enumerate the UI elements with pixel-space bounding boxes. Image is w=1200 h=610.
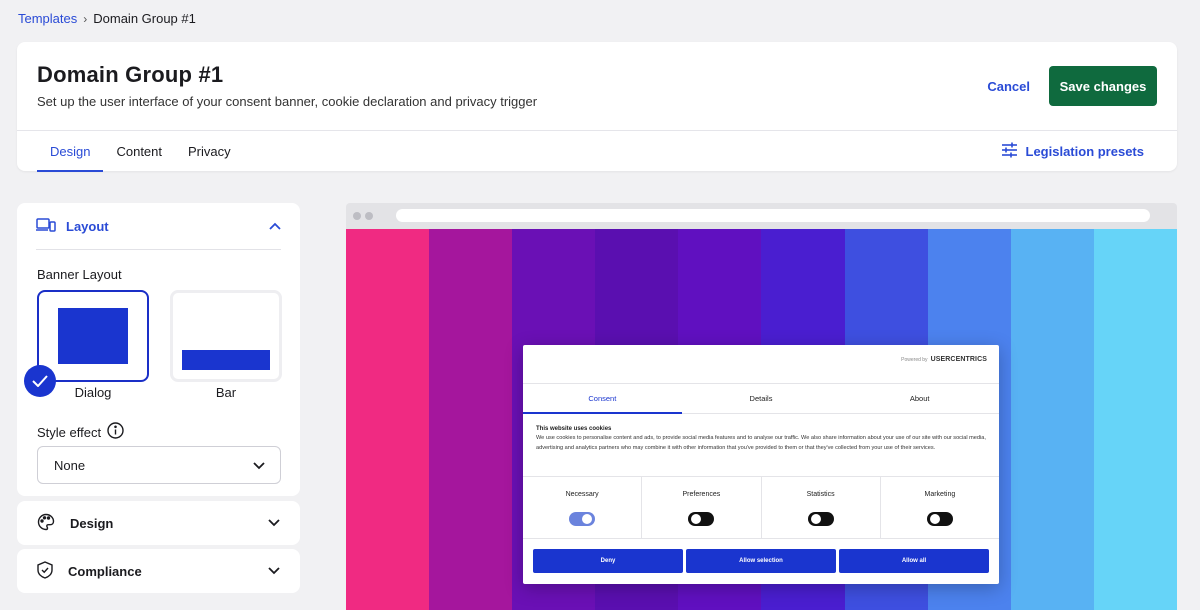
devices-icon bbox=[36, 217, 56, 236]
palette-icon bbox=[37, 513, 55, 534]
category-label: Necessary bbox=[565, 491, 599, 498]
browser-dot bbox=[353, 212, 361, 220]
banner-allow-all-button: Allow all bbox=[839, 549, 989, 573]
layout-panel-title: Layout bbox=[66, 218, 109, 234]
category-toggle bbox=[569, 512, 596, 526]
layout-panel-header[interactable]: Layout bbox=[36, 203, 281, 250]
background-stripe bbox=[346, 229, 430, 610]
category-toggle bbox=[807, 512, 834, 526]
category-preferences: Preferences bbox=[642, 477, 762, 538]
tab-content[interactable]: Content bbox=[103, 131, 175, 171]
dialog-preview-swatch bbox=[58, 308, 128, 364]
banner-categories: Necessary Preferences Statistics Marketi… bbox=[523, 476, 999, 539]
cancel-button[interactable]: Cancel bbox=[987, 79, 1030, 94]
background-stripe bbox=[1010, 229, 1094, 610]
chevron-down-icon bbox=[268, 514, 280, 532]
save-changes-button[interactable]: Save changes bbox=[1049, 66, 1157, 106]
banner-text: This website uses cookies We use cookies… bbox=[536, 426, 987, 453]
breadcrumb-templates-link[interactable]: Templates bbox=[18, 11, 77, 26]
page-subtitle: Set up the user interface of your consen… bbox=[37, 94, 538, 109]
info-icon[interactable] bbox=[107, 422, 124, 442]
powered-by-label: Powered by bbox=[901, 356, 928, 363]
banner-layout-label: Banner Layout bbox=[37, 267, 122, 282]
background-stripe bbox=[429, 229, 513, 610]
breadcrumb-current: Domain Group #1 bbox=[93, 11, 196, 26]
category-toggle bbox=[688, 512, 715, 526]
category-label: Marketing bbox=[924, 491, 956, 498]
compliance-panel[interactable]: Compliance bbox=[17, 549, 300, 593]
banner-text-title: This website uses cookies bbox=[536, 426, 612, 432]
page-title: Domain Group #1 bbox=[37, 62, 224, 87]
banner-preview: Powered by USERCENTRICS Consent Details … bbox=[346, 203, 1177, 610]
layout-option-bar[interactable] bbox=[170, 290, 282, 382]
layout-option-bar-label: Bar bbox=[215, 385, 237, 400]
design-panel-title: Design bbox=[70, 515, 114, 531]
category-label: Statistics bbox=[806, 491, 835, 498]
category-label: Preferences bbox=[682, 491, 721, 498]
usercentrics-logo: USERCENTRICS bbox=[930, 356, 987, 363]
tab-design[interactable]: Design bbox=[37, 131, 104, 172]
tab-bar: Design Content Privacy bbox=[37, 131, 244, 172]
legislation-presets-button[interactable]: Legislation presets bbox=[1001, 142, 1144, 161]
design-panel[interactable]: Design bbox=[17, 501, 300, 545]
style-effect-select[interactable]: None bbox=[37, 446, 281, 484]
shield-check-icon bbox=[37, 560, 53, 582]
background-stripe bbox=[1093, 229, 1177, 610]
layout-option-dialog[interactable] bbox=[37, 290, 149, 382]
browser-dot bbox=[365, 212, 373, 220]
style-effect-label: Style effect bbox=[37, 424, 102, 440]
banner-allow-selection-button: Allow selection bbox=[686, 549, 836, 573]
banner-text-body: We use cookies to personalise content an… bbox=[536, 435, 986, 451]
consent-banner-preview: Powered by USERCENTRICS Consent Details … bbox=[523, 345, 999, 584]
legislation-presets-label: Legislation presets bbox=[1025, 144, 1144, 159]
category-statistics: Statistics bbox=[762, 477, 881, 538]
banner-tabs: Consent Details About bbox=[523, 383, 999, 414]
compliance-panel-title: Compliance bbox=[68, 563, 142, 579]
banner-tab-consent: Consent bbox=[523, 384, 682, 414]
style-effect-value: None bbox=[54, 457, 86, 473]
category-marketing: Marketing bbox=[881, 477, 999, 538]
header-card: Domain Group #1 Set up the user interfac… bbox=[17, 42, 1177, 172]
powered-by: Powered by USERCENTRICS bbox=[901, 356, 987, 363]
layout-option-dialog-label: Dialog bbox=[74, 385, 112, 400]
banner-buttons: Deny Allow selection Allow all bbox=[533, 549, 989, 573]
category-necessary: Necessary bbox=[523, 477, 643, 538]
breadcrumb-separator: › bbox=[83, 11, 88, 26]
sliders-icon bbox=[1001, 142, 1018, 161]
tab-privacy[interactable]: Privacy bbox=[175, 131, 244, 171]
browser-url-bar bbox=[396, 209, 1150, 222]
chevron-up-icon bbox=[269, 217, 281, 235]
banner-tab-details: Details bbox=[749, 394, 773, 403]
layout-panel: Layout Banner Layout Dialog Bar Style ef… bbox=[17, 203, 300, 496]
chevron-down-icon bbox=[253, 458, 265, 473]
bar-preview-swatch bbox=[182, 350, 270, 370]
banner-deny-button: Deny bbox=[533, 549, 683, 573]
chevron-down-icon bbox=[268, 562, 280, 580]
style-effect-row: Style effect bbox=[37, 422, 124, 442]
banner-tab-about: About bbox=[909, 394, 930, 403]
browser-chrome bbox=[346, 203, 1177, 229]
breadcrumb: Templates › Domain Group #1 bbox=[18, 11, 196, 26]
category-toggle bbox=[926, 512, 953, 526]
